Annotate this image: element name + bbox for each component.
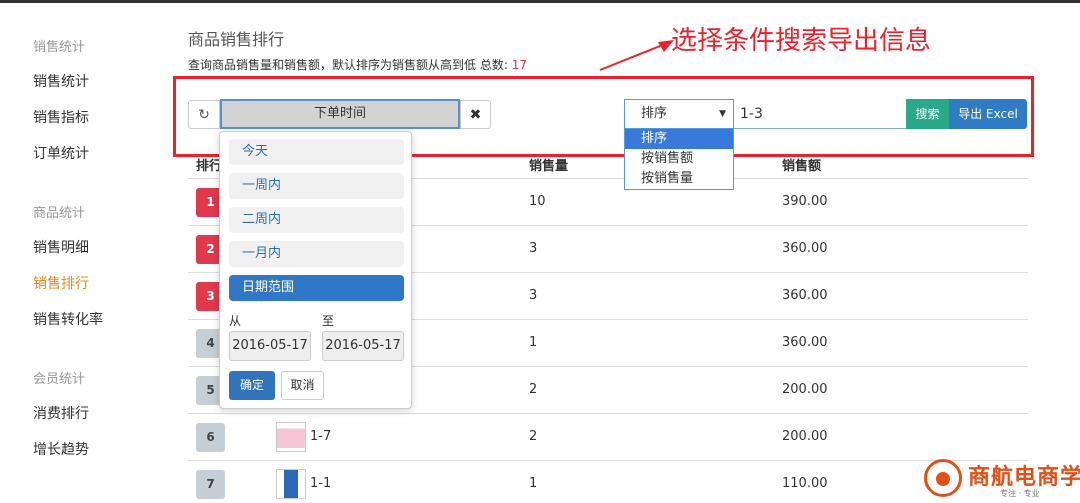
- rank-badge: 7: [196, 470, 225, 499]
- amount-cell: 200.00: [782, 429, 828, 444]
- product-name[interactable]: 1-7: [310, 429, 331, 444]
- sort-option-by-amount[interactable]: 按销售额: [625, 149, 733, 169]
- range-one-week[interactable]: 一周内: [229, 173, 404, 199]
- qty-cell: 1: [529, 335, 538, 350]
- amount-cell: 200.00: [782, 382, 828, 397]
- sidebar-group-sales: 销售统计: [33, 40, 86, 55]
- total-count: 17: [511, 58, 527, 72]
- sort-select-value: 排序: [641, 106, 668, 121]
- sidebar-item-sales-ranking[interactable]: 销售排行: [33, 273, 89, 293]
- date-range-popup: 今天 一周内 二周内 一月内 日期范围 从 至 2016-05-17 2016-…: [219, 131, 412, 409]
- cancel-button[interactable]: 取消: [281, 371, 324, 400]
- export-excel-button[interactable]: 导出 Excel: [949, 99, 1027, 129]
- from-date-input[interactable]: 2016-05-17: [229, 331, 311, 361]
- logo-subtitle: 专注 · 专业: [1000, 489, 1040, 498]
- product-thumbnail[interactable]: [276, 469, 306, 499]
- to-date-input[interactable]: 2016-05-17: [322, 331, 404, 361]
- sidebar-item-sales-stats[interactable]: 销售统计: [33, 71, 89, 91]
- amount-cell: 110.00: [782, 476, 828, 491]
- qty-cell: 10: [529, 194, 546, 209]
- qty-cell: 3: [529, 241, 538, 256]
- clear-button[interactable]: ✖: [460, 100, 491, 129]
- close-icon: ✖: [469, 106, 482, 123]
- amount-cell: 360.00: [782, 335, 828, 350]
- sidebar-group-members: 会员统计: [33, 372, 86, 387]
- rank-badge: 6: [196, 423, 225, 452]
- from-label: 从: [229, 314, 242, 328]
- logo-emblem-icon: [924, 459, 962, 497]
- qty-cell: 3: [529, 288, 538, 303]
- column-header-qty[interactable]: 销售量: [529, 155, 568, 174]
- range-two-weeks[interactable]: 二周内: [229, 207, 404, 233]
- refresh-icon: ↻: [198, 106, 210, 123]
- page-description: 查询商品销售量和销售额，默认排序为销售额从高到低 总数: 17: [188, 56, 527, 73]
- sort-option-by-qty[interactable]: 按销售量: [625, 169, 733, 189]
- sidebar-item-sales-targets[interactable]: 销售指标: [33, 107, 89, 127]
- brand-logo: 商航电商学院 专注 · 专业: [924, 457, 1080, 499]
- logo-text: 商航电商学院: [968, 465, 1080, 490]
- sidebar: 销售统计 销售统计 销售指标 订单统计 商品统计 销售明细 销售排行 销售转化率…: [0, 3, 170, 503]
- column-header-amount[interactable]: 销售额: [782, 155, 821, 174]
- sidebar-item-spending-ranking[interactable]: 消费排行: [33, 403, 89, 423]
- order-time-field[interactable]: 下单时间: [220, 99, 460, 129]
- sort-dropdown-list: 排序 按销售额 按销售量: [624, 128, 734, 190]
- sidebar-group-products: 商品统计: [33, 206, 86, 221]
- sort-select[interactable]: 排序 ▼: [624, 99, 734, 129]
- product-name[interactable]: 1-1: [310, 476, 331, 491]
- table-row: 6 1-7 2 200.00: [188, 413, 1028, 460]
- refresh-button[interactable]: ↻: [188, 100, 220, 129]
- annotation-text: 选择条件搜索导出信息: [671, 26, 932, 56]
- amount-cell: 360.00: [782, 241, 828, 256]
- page-title: 商品销售排行: [188, 30, 285, 49]
- qty-cell: 2: [529, 382, 538, 397]
- description-text: 查询商品销售量和销售额，默认排序为销售额从高到低 总数:: [188, 58, 508, 72]
- table-row: 7 1-1 1 110.00: [188, 460, 1028, 503]
- amount-cell: 390.00: [782, 194, 828, 209]
- qty-cell: 1: [529, 476, 538, 491]
- amount-cell: 360.00: [782, 288, 828, 303]
- annotation-arrow-icon: [599, 40, 674, 71]
- range-today[interactable]: 今天: [229, 139, 404, 165]
- search-button[interactable]: 搜索: [906, 99, 949, 129]
- confirm-button[interactable]: 确定: [229, 371, 275, 400]
- qty-cell: 2: [529, 429, 538, 444]
- range-one-month[interactable]: 一月内: [229, 241, 404, 267]
- sort-option-default[interactable]: 排序: [625, 129, 733, 149]
- to-label: 至: [322, 314, 335, 328]
- product-thumbnail[interactable]: [276, 422, 306, 452]
- caret-down-icon: ▼: [719, 109, 726, 119]
- search-input[interactable]: 1-3: [734, 99, 906, 129]
- sidebar-item-sales-detail[interactable]: 销售明细: [33, 237, 89, 257]
- sidebar-item-growth-trend[interactable]: 增长趋势: [33, 439, 89, 459]
- sidebar-item-conversion-rate[interactable]: 销售转化率: [33, 309, 103, 329]
- sidebar-item-order-stats[interactable]: 订单统计: [33, 143, 89, 163]
- range-custom[interactable]: 日期范围: [229, 275, 404, 301]
